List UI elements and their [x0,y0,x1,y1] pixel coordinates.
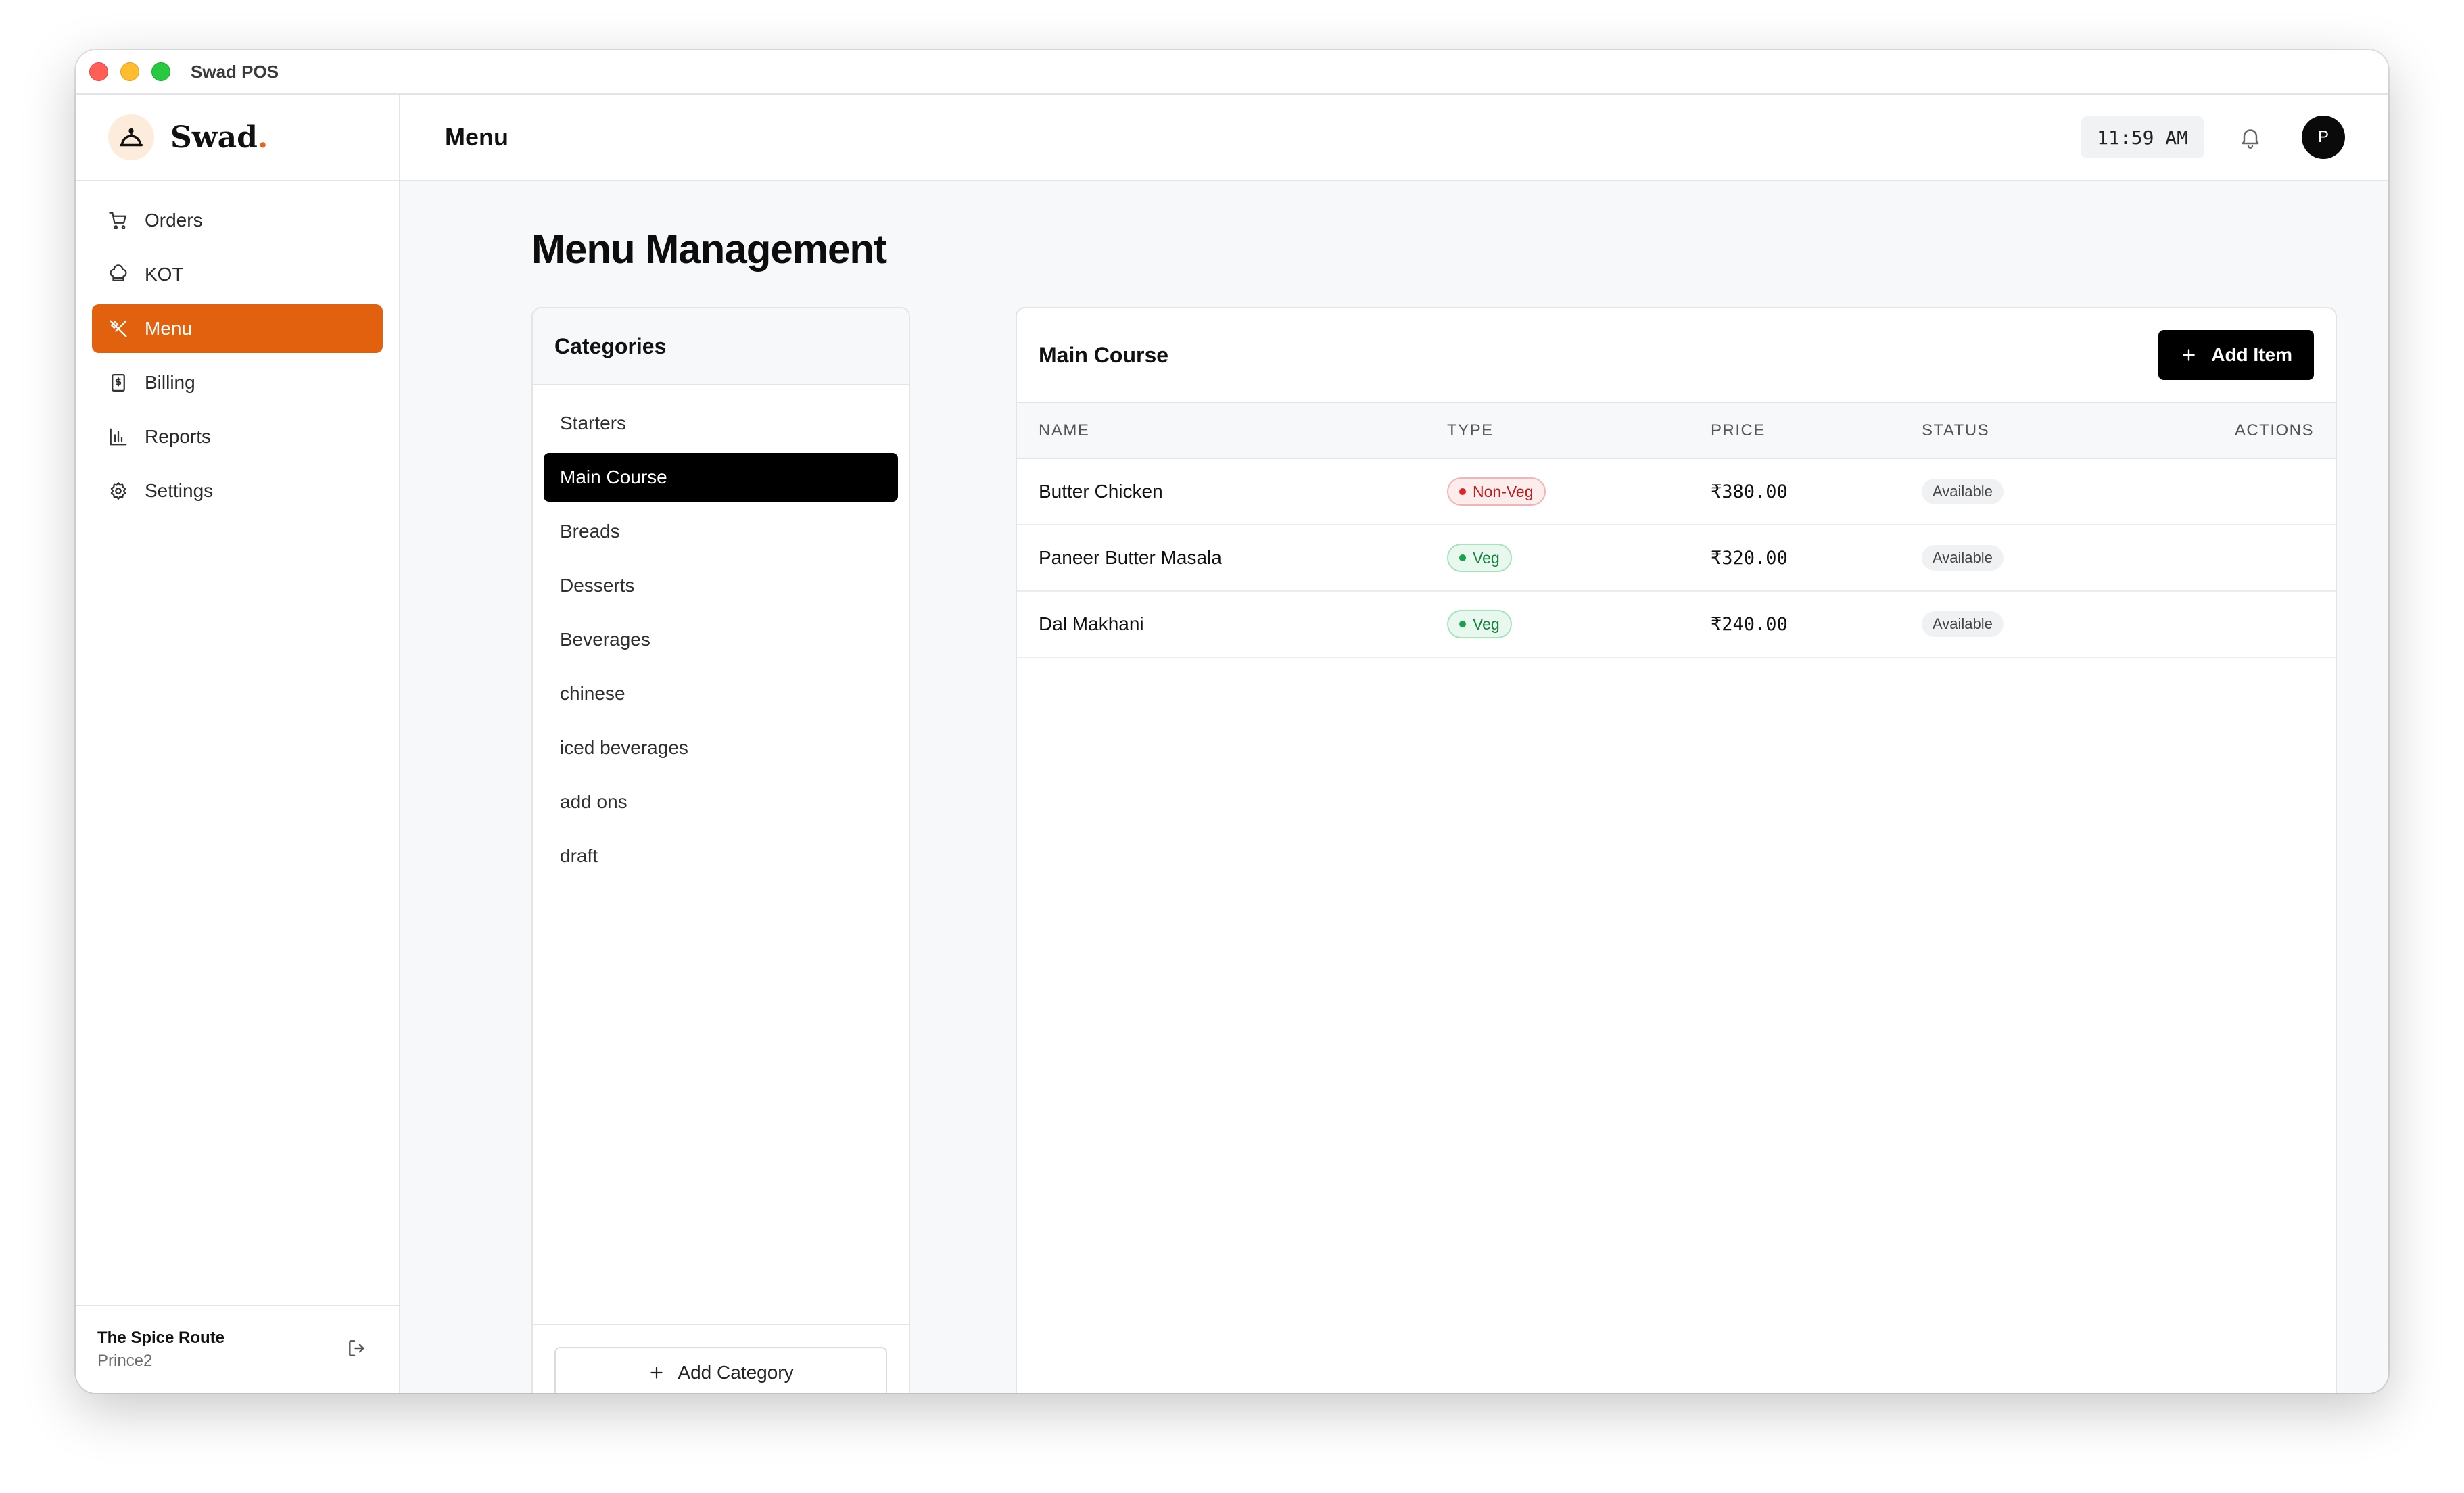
restaurant-name: The Spice Route [97,1329,225,1347]
items-panel-title: Main Course [1039,342,1169,367]
logout-icon[interactable] [346,1337,368,1362]
category-item-chinese[interactable]: chinese [544,669,898,718]
column-header-type[interactable]: TYPE [1425,403,1689,458]
top-header: Menu 11:59 AM P [400,95,2388,181]
window-controls [89,62,170,81]
close-window-button[interactable] [89,62,108,81]
item-price: ₹240.00 [1711,613,1788,635]
categories-title: Categories [533,308,909,385]
add-item-label: Add Item [2211,344,2292,365]
bar-chart-icon [107,425,130,448]
sidebar: Swad. Orders KOT Menu Billing Reports Se… [76,95,400,1393]
category-item-breads[interactable]: Breads [544,507,898,556]
page-title: Menu Management [531,227,887,272]
menu-items-panel: Main Course Add Item NAME TYPE PRICE STA… [1016,307,2337,1393]
status-badge: Available [1922,545,2004,571]
category-item-iced-beverages[interactable]: iced beverages [544,724,898,772]
table-row[interactable]: Dal Makhani Veg ₹240.00 Available [1017,591,2336,657]
category-item-add-ons[interactable]: add ons [544,778,898,826]
row-actions [2171,591,2336,657]
type-badge: Veg [1447,610,1512,638]
add-category-label: Add Category [678,1362,794,1383]
non-veg-dot-icon [1459,488,1466,495]
gear-icon [107,479,130,502]
column-header-status[interactable]: STATUS [1900,403,2171,458]
category-item-draft[interactable]: draft [544,832,898,880]
sidebar-item-settings[interactable]: Settings [92,467,383,515]
cart-icon [107,209,130,232]
items-header: Main Course Add Item [1017,308,2336,403]
row-actions [2171,525,2336,591]
window-title: Swad POS [191,61,279,82]
table-row[interactable]: Butter Chicken Non-Veg ₹380.00 Available [1017,458,2336,525]
category-item-desserts[interactable]: Desserts [544,561,898,610]
sidebar-item-menu[interactable]: Menu [92,304,383,353]
plus-icon [648,1364,665,1381]
column-header-price[interactable]: PRICE [1689,403,1900,458]
maximize-window-button[interactable] [151,62,170,81]
minimize-window-button[interactable] [120,62,139,81]
account-info: The Spice Route Prince2 [97,1329,346,1371]
status-badge: Available [1922,479,2004,504]
categories-footer: Add Category [533,1324,909,1393]
column-header-actions: ACTIONS [2234,421,2314,440]
sidebar-item-label: Settings [145,480,214,501]
username: Prince2 [97,1352,153,1370]
clock-display: 11:59 AM [2081,116,2204,158]
type-label: Veg [1473,615,1500,633]
category-list: Starters Main Course Breads Desserts Bev… [533,385,909,899]
header-title: Menu [445,123,508,151]
row-actions [2171,458,2336,525]
utensils-icon [107,317,130,340]
item-name: Butter Chicken [1039,481,1163,502]
veg-dot-icon [1459,554,1466,561]
brand: Swad. [76,95,399,181]
sidebar-item-label: Orders [145,210,203,231]
categories-panel: Categories Starters Main Course Breads D… [531,307,910,1393]
item-price: ₹380.00 [1711,481,1788,502]
avatar[interactable]: P [2302,116,2345,159]
title-bar: Swad POS [76,50,2388,95]
category-item-main-course[interactable]: Main Course [544,453,898,502]
type-badge: Veg [1447,544,1512,572]
plus-icon [2180,346,2198,364]
sidebar-item-reports[interactable]: Reports [92,412,383,461]
main-content: Menu Management Categories Starters Main… [400,181,2388,1393]
receipt-icon [107,371,130,394]
category-item-beverages[interactable]: Beverages [544,615,898,664]
status-badge: Available [1922,611,2004,637]
sidebar-item-label: Billing [145,372,195,393]
sidebar-nav: Orders KOT Menu Billing Reports Settings [76,181,399,536]
item-price: ₹320.00 [1711,547,1788,569]
brand-name: Swad. [170,120,268,155]
menu-items-table: NAME TYPE PRICE STATUS ACTIONS Butter Ch… [1017,403,2336,658]
item-name: Dal Makhani [1039,613,1144,634]
sidebar-item-kot[interactable]: KOT [92,250,383,299]
type-badge: Non-Veg [1447,477,1546,506]
add-category-button[interactable]: Add Category [554,1347,887,1393]
bell-icon[interactable] [2235,122,2265,152]
chef-hat-icon [107,263,130,286]
sidebar-item-label: KOT [145,264,184,285]
sidebar-item-label: Menu [145,318,193,339]
type-label: Veg [1473,548,1500,567]
sidebar-item-label: Reports [145,426,212,447]
add-item-button[interactable]: Add Item [2158,330,2314,380]
column-header-name[interactable]: NAME [1017,403,1425,458]
item-name: Paneer Butter Masala [1039,547,1222,568]
table-row[interactable]: Paneer Butter Masala Veg ₹320.00 Availab… [1017,525,2336,591]
type-label: Non-Veg [1473,482,1534,500]
app-window: Swad POS Swad. Orders KOT Menu Billing R… [76,50,2388,1393]
veg-dot-icon [1459,621,1466,627]
sidebar-item-orders[interactable]: Orders [92,196,383,245]
table-header-row: NAME TYPE PRICE STATUS ACTIONS [1017,403,2336,458]
sidebar-footer: The Spice Route Prince2 [76,1305,399,1393]
category-item-starters[interactable]: Starters [544,399,898,448]
cloche-logo-icon [108,114,154,160]
sidebar-item-billing[interactable]: Billing [92,358,383,407]
